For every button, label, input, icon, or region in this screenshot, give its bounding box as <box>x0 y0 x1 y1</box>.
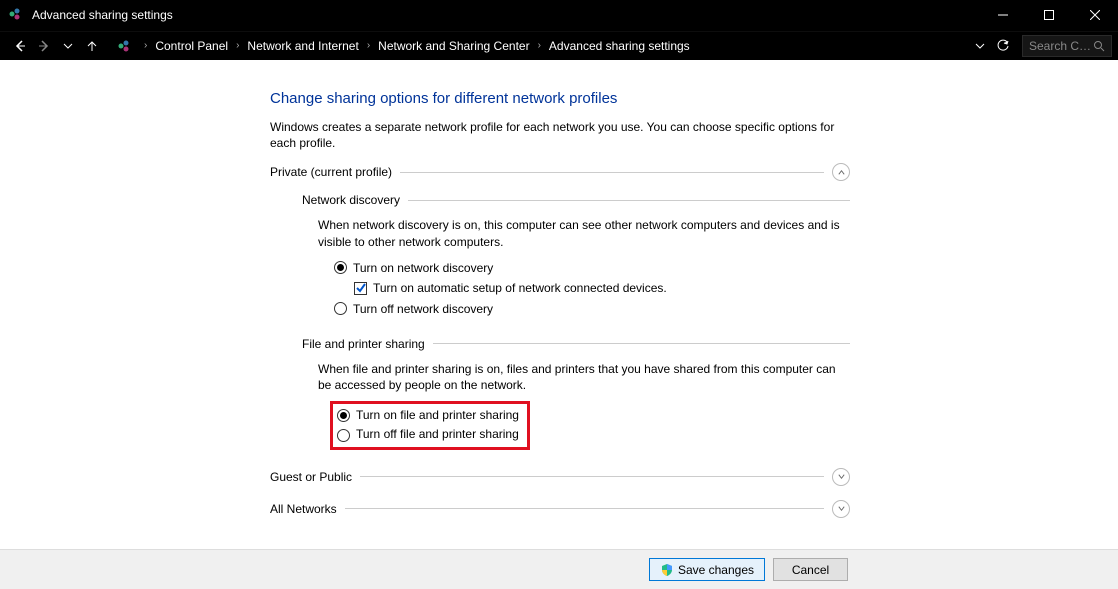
section-guest-header[interactable]: Guest or Public <box>270 468 850 486</box>
radio-icon <box>334 302 347 315</box>
radio-icon <box>334 261 347 274</box>
file-printer-label: File and printer sharing <box>302 337 425 351</box>
highlight-box: Turn on file and printer sharing Turn of… <box>330 401 530 449</box>
radio-icon <box>337 429 350 442</box>
breadcrumb-network-internet[interactable]: Network and Internet <box>245 39 360 53</box>
radio-fp-on[interactable]: Turn on file and printer sharing <box>337 406 527 425</box>
save-changes-button[interactable]: Save changes <box>649 558 765 581</box>
checkbox-icon <box>354 282 367 295</box>
footer-bar: Save changes Cancel <box>0 549 1118 589</box>
up-button[interactable] <box>80 34 104 58</box>
back-button[interactable] <box>8 34 32 58</box>
chevron-right-icon: › <box>230 40 245 51</box>
network-discovery-label: Network discovery <box>302 193 400 207</box>
refresh-button[interactable] <box>992 34 1014 58</box>
title-bar: Advanced sharing settings <box>0 0 1118 30</box>
minimize-button[interactable] <box>980 0 1026 30</box>
radio-nd-off[interactable]: Turn off network discovery <box>334 299 850 319</box>
shield-icon <box>660 563 674 577</box>
page-description: Windows creates a separate network profi… <box>270 119 850 151</box>
section-private-header[interactable]: Private (current profile) <box>270 163 850 181</box>
save-button-label: Save changes <box>678 563 754 577</box>
section-all-label: All Networks <box>270 502 337 516</box>
chevron-right-icon: › <box>532 40 547 51</box>
section-guest: Guest or Public <box>270 468 850 486</box>
chevron-right-icon: › <box>138 40 153 51</box>
maximize-button[interactable] <box>1026 0 1072 30</box>
search-placeholder: Search Co... <box>1029 39 1093 53</box>
breadcrumb-dropdown-button[interactable] <box>968 34 992 58</box>
forward-button[interactable] <box>32 34 56 58</box>
radio-nd-on-label: Turn on network discovery <box>353 258 493 278</box>
app-icon <box>0 7 30 24</box>
network-discovery-desc: When network discovery is on, this compu… <box>318 217 850 249</box>
recent-locations-button[interactable] <box>56 34 80 58</box>
chevron-up-icon[interactable] <box>832 163 850 181</box>
section-private: Private (current profile) Network discov… <box>270 163 850 449</box>
chevron-right-icon: › <box>361 40 376 51</box>
search-input[interactable]: Search Co... <box>1022 35 1112 57</box>
window-title: Advanced sharing settings <box>30 8 980 22</box>
subsection-network-discovery: Network discovery <box>302 193 850 207</box>
chevron-down-icon[interactable] <box>832 500 850 518</box>
radio-fp-off-label: Turn off file and printer sharing <box>356 425 519 444</box>
page-title: Change sharing options for different net… <box>270 90 850 107</box>
cancel-button-label: Cancel <box>792 563 829 577</box>
radio-fp-off[interactable]: Turn off file and printer sharing <box>337 425 527 444</box>
breadcrumb-control-panel[interactable]: Control Panel <box>153 39 230 53</box>
section-all-header[interactable]: All Networks <box>270 500 850 518</box>
nav-toolbar: › Control Panel › Network and Internet ›… <box>0 30 1118 60</box>
network-icon <box>116 38 132 54</box>
chevron-down-icon[interactable] <box>832 468 850 486</box>
radio-fp-on-label: Turn on file and printer sharing <box>356 406 519 425</box>
checkbox-nd-auto[interactable]: Turn on automatic setup of network conne… <box>354 278 850 298</box>
section-private-label: Private (current profile) <box>270 165 392 179</box>
radio-nd-on[interactable]: Turn on network discovery <box>334 258 850 278</box>
cancel-button[interactable]: Cancel <box>773 558 848 581</box>
radio-icon <box>337 409 350 422</box>
radio-nd-off-label: Turn off network discovery <box>353 299 493 319</box>
close-button[interactable] <box>1072 0 1118 30</box>
file-printer-desc: When file and printer sharing is on, fil… <box>318 361 850 393</box>
breadcrumb-sharing-center[interactable]: Network and Sharing Center <box>376 39 531 53</box>
breadcrumb-advanced-sharing[interactable]: Advanced sharing settings <box>547 39 692 53</box>
content-area: Change sharing options for different net… <box>0 60 1118 549</box>
search-icon <box>1093 40 1105 52</box>
section-all-networks: All Networks <box>270 500 850 518</box>
breadcrumb[interactable]: › Control Panel › Network and Internet ›… <box>116 38 968 54</box>
checkbox-nd-auto-label: Turn on automatic setup of network conne… <box>373 278 667 298</box>
subsection-file-printer: File and printer sharing <box>302 337 850 351</box>
section-guest-label: Guest or Public <box>270 470 352 484</box>
